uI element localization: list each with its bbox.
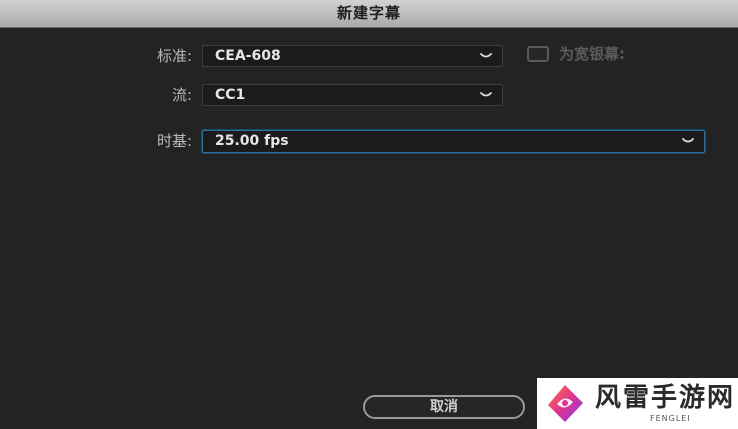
- watermark-brand: 风雷手游网: [595, 383, 736, 413]
- stream-value: CC1: [215, 87, 246, 103]
- watermark-sub: FENGLEI: [650, 414, 691, 423]
- dialog-title: 新建字幕: [0, 0, 738, 28]
- watermark: 风雷手游网 FENGLEI: [537, 378, 738, 429]
- standard-label: 标准:: [156, 47, 192, 65]
- standard-value: CEA-608: [215, 48, 281, 64]
- new-caption-dialog: 新建字幕 标准: CEA-608 为宽银幕: 流: CC1 时基: 25.00 …: [0, 0, 738, 429]
- standard-select[interactable]: CEA-608: [202, 45, 503, 67]
- widescreen-label: 为宽银幕:: [559, 45, 625, 63]
- timebase-label: 时基:: [156, 132, 192, 150]
- timebase-value: 25.00 fps: [215, 133, 289, 149]
- stream-label: 流:: [171, 86, 192, 104]
- timebase-select[interactable]: 25.00 fps: [202, 130, 705, 153]
- cancel-button[interactable]: 取消: [363, 395, 525, 419]
- chevron-down-icon: [682, 138, 694, 143]
- chevron-down-icon: [480, 92, 492, 97]
- chevron-down-icon: [480, 53, 492, 58]
- widescreen-checkbox[interactable]: [527, 46, 549, 62]
- stream-select[interactable]: CC1: [202, 84, 503, 106]
- fenglei-logo-icon: [548, 385, 583, 422]
